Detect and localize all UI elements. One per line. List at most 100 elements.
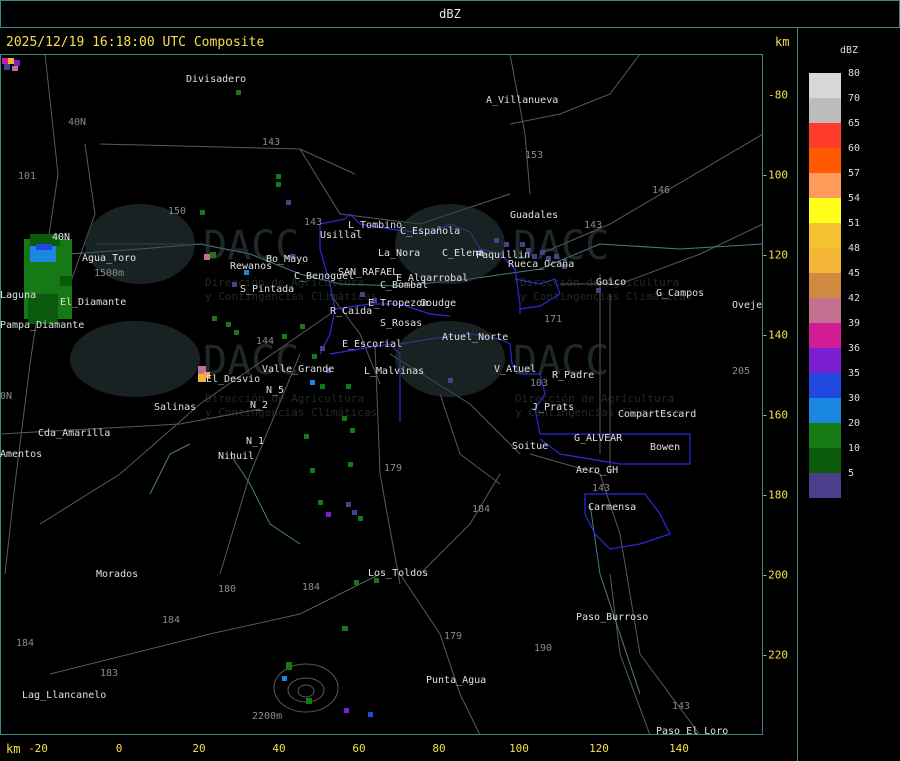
place-label: 171 bbox=[544, 314, 562, 325]
place-label: 179 bbox=[384, 463, 402, 474]
place-label: SAN_RAFAEL bbox=[338, 267, 398, 278]
place-label: 103 bbox=[530, 378, 548, 389]
legend-row: 35 bbox=[809, 368, 860, 398]
legend-row: 45 bbox=[809, 268, 860, 298]
y-tick-label: -200 bbox=[761, 568, 789, 582]
place-label: Valle_Grande bbox=[262, 364, 334, 375]
place-label: Laguna bbox=[0, 290, 36, 301]
place-label: 205 bbox=[732, 366, 750, 377]
panel-separator bbox=[797, 28, 798, 761]
place-label: 1500m bbox=[94, 268, 124, 279]
legend-label: 51 bbox=[848, 218, 861, 229]
legend-label: 80 bbox=[848, 68, 861, 79]
legend-swatch bbox=[809, 248, 841, 273]
legend-label: 65 bbox=[848, 118, 861, 129]
place-label: Pampa_Diamante bbox=[0, 320, 84, 331]
place-label: Agua_Toro bbox=[82, 253, 136, 264]
place-label: Cda_Amarilla bbox=[38, 428, 110, 439]
place-label: Bowen bbox=[650, 442, 680, 453]
place-label: 184 bbox=[302, 582, 320, 593]
y-tick-label: -160 bbox=[761, 408, 789, 422]
place-label: Punta_Agua bbox=[426, 675, 486, 686]
color-legend: 80 70 65 60 57 54 51 48 45 42 39 36 35 30 20 10 5 bbox=[809, 68, 860, 498]
legend-row: 48 bbox=[809, 243, 860, 273]
legend-swatch bbox=[809, 273, 841, 298]
place-label: Rueca_Ocaña bbox=[508, 259, 574, 270]
legend-row: 36 bbox=[809, 343, 860, 373]
place-label: 190 bbox=[534, 643, 552, 654]
place-label: J_Prats bbox=[532, 402, 574, 413]
legend-label: 54 bbox=[848, 193, 861, 204]
place-label: R_Caida bbox=[330, 306, 372, 317]
place-label: 184 bbox=[472, 504, 490, 515]
place-label: 184 bbox=[162, 615, 180, 626]
legend-swatch bbox=[809, 448, 841, 473]
place-label: Aero_GH bbox=[576, 465, 618, 476]
place-label: El_Desvio bbox=[206, 374, 260, 385]
place-label: 144 bbox=[256, 336, 274, 347]
place-label: Los_Toldos bbox=[368, 568, 428, 579]
place-label: 40N bbox=[68, 117, 86, 128]
place-label: E_Escorial bbox=[342, 339, 402, 350]
place-label: Salinas bbox=[154, 402, 196, 413]
place-label: N_1 bbox=[246, 436, 264, 447]
y-tick-label: -140 bbox=[761, 328, 789, 342]
place-label: Goico bbox=[596, 277, 626, 288]
x-tick-label: 20 bbox=[192, 742, 206, 755]
axis-unit-bottom: km bbox=[6, 742, 21, 756]
legend-label: 10 bbox=[848, 443, 861, 454]
place-label: Nihuil bbox=[218, 451, 254, 462]
place-label: Amentos bbox=[0, 449, 42, 460]
place-label: 143 bbox=[584, 220, 602, 231]
legend-row: 20 bbox=[809, 418, 860, 448]
x-tick-label: 0 bbox=[115, 742, 123, 755]
radar-map[interactable]: DACC DACC DACC DACC Dirección de Agricul… bbox=[0, 54, 763, 735]
place-label: 143 bbox=[672, 701, 690, 712]
place-label: 0N bbox=[0, 391, 12, 402]
place-label: Goudge bbox=[420, 298, 456, 309]
place-label: 40N bbox=[52, 232, 70, 243]
place-label: R_Padre bbox=[552, 370, 594, 381]
x-tick-label: 60 bbox=[352, 742, 366, 755]
legend-label: 42 bbox=[848, 293, 861, 304]
y-tick-label: -180 bbox=[761, 488, 789, 502]
place-label: N_2 bbox=[250, 400, 268, 411]
x-tick-label: 80 bbox=[432, 742, 446, 755]
y-tick-label: -220 bbox=[761, 648, 789, 662]
legend-row: 39 bbox=[809, 318, 860, 348]
legend-row: 80 bbox=[809, 68, 860, 98]
place-label: Bo_Mayo bbox=[266, 254, 308, 265]
legend-label: 20 bbox=[848, 418, 861, 429]
x-tick-label: 120 bbox=[589, 742, 609, 755]
place-label: Soitue bbox=[512, 441, 548, 452]
y-tick-label: -80 bbox=[768, 88, 788, 102]
timestamp-label: 2025/12/19 16:18:00 UTC Composite bbox=[6, 35, 265, 50]
window-title: dBZ bbox=[0, 0, 900, 28]
legend-row: 65 bbox=[809, 118, 860, 148]
legend-row: 54 bbox=[809, 193, 860, 223]
legend-swatch bbox=[809, 148, 841, 173]
watermark-line1: Dirección de Agricultura bbox=[205, 392, 364, 405]
x-tick-label: -20 bbox=[28, 742, 48, 755]
place-label: Morados bbox=[96, 569, 138, 580]
place-label: La_Nora bbox=[378, 248, 420, 259]
legend-label: 39 bbox=[848, 318, 861, 329]
place-label: 184 bbox=[16, 638, 34, 649]
legend-label: 60 bbox=[848, 143, 861, 154]
place-label: CompartEscard bbox=[618, 409, 696, 420]
place-label: V_Atuel bbox=[494, 364, 536, 375]
legend-row: 60 bbox=[809, 143, 860, 173]
place-label: Guadales bbox=[510, 210, 558, 221]
place-label: 143 bbox=[592, 483, 610, 494]
place-label: 183 bbox=[100, 668, 118, 679]
legend-row: 5 bbox=[809, 468, 854, 498]
place-label: Usillal bbox=[320, 230, 362, 241]
legend-swatch bbox=[809, 373, 841, 398]
place-label: Ovejeria bbox=[732, 300, 763, 311]
legend-swatch bbox=[809, 423, 841, 448]
legend-swatch bbox=[809, 123, 841, 148]
place-label: 143 bbox=[262, 137, 280, 148]
legend-swatch bbox=[809, 198, 841, 223]
legend-label: 35 bbox=[848, 368, 861, 379]
place-label: El_Diamante bbox=[60, 297, 126, 308]
